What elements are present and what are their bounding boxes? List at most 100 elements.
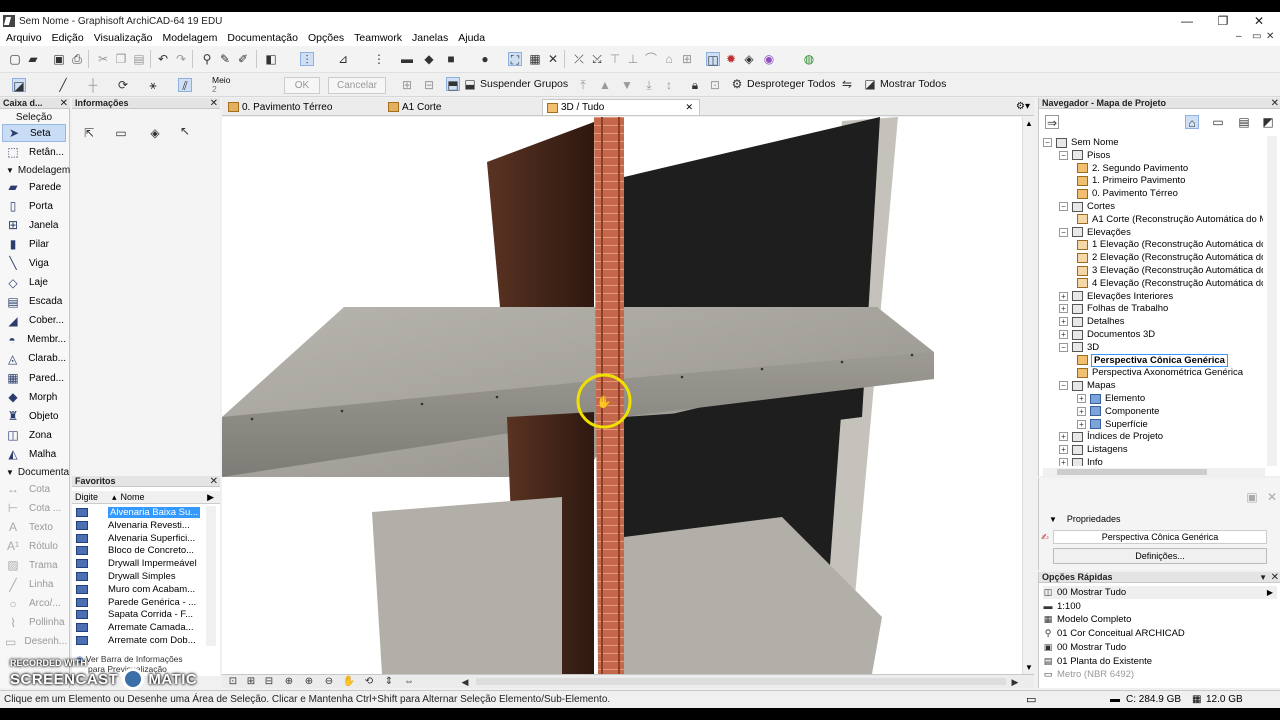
undo-icon[interactable]: ↶ [156,52,170,66]
properties-section[interactable]: ▼ Propriedades [1049,514,1120,524]
tool-zone[interactable]: ◫ Zona [2,426,66,444]
save-icon[interactable]: ▣ [52,52,66,66]
navigator-mode-icon[interactable]: ⇒ [1045,115,1059,130]
send-back-icon[interactable]: ⤓ [642,78,656,92]
favorite-item[interactable]: Drywall Simples [76,570,204,583]
publisher-icon[interactable]: ◩ [1261,115,1275,129]
menu-teamwork[interactable]: Teamwork [354,32,402,44]
floor-plan-icon[interactable]: ◪ [12,78,26,93]
tree-item[interactable]: − Mapas [1059,379,1116,392]
magic-wand-icon[interactable]: ⚹ [146,78,160,92]
meio-value[interactable]: 2 [212,85,217,94]
group-modeling[interactable]: ▼ Modelagem [0,163,70,177]
find-select-icon[interactable]: ⚲ [200,52,214,66]
tree-item[interactable]: − Cortes [1059,200,1115,213]
menu-ajuda[interactable]: Ajuda [458,32,485,44]
tab-3d-tudo[interactable]: 3D / Tudo ✕ [542,99,700,115]
render-icon[interactable]: ✹ [724,52,738,66]
hand-icon[interactable]: ✋ [342,675,356,689]
tree-item[interactable]: + Info [1059,456,1103,466]
tool-door[interactable]: ▯ Porta [2,197,66,215]
favorites-scrollbar[interactable] [206,506,216,646]
tool-polyline[interactable]: ⌇ Pollinha [2,614,66,632]
bring-front-icon[interactable]: ⤒ [576,78,590,92]
favorite-item[interactable]: Arremate com Dob... [76,634,204,647]
tree-expander-icon[interactable]: + [1059,330,1068,339]
quick-option-row[interactable]: ◫ 00 Mostrar Tudo ▶ [1043,586,1277,599]
offset-icon[interactable]: ⌂ [662,52,676,66]
tree-item[interactable]: 1 Elevação (Reconstrução Automática do [1077,238,1263,251]
tree-expander-icon[interactable]: − [1059,202,1068,211]
menu-janelas[interactable]: Janelas [412,32,448,44]
align-icon[interactable]: ⊞ [400,78,414,92]
print-icon[interactable]: ⎙ [70,52,84,66]
quick-option-row[interactable]: ⚲ 01 Cor Conceitual ARCHICAD [1043,627,1277,640]
quick-option-row[interactable]: ▦ Modelo Completo [1043,613,1277,626]
intersect-icon[interactable]: ⊥ [626,52,640,66]
favorite-item[interactable]: Alvenaria Baixa Su... [76,506,204,519]
favorite-item[interactable]: Sapata Corrida - F... [76,608,204,621]
mdi-restore-icon[interactable]: ▭ [1252,31,1261,42]
unprotect-all-button[interactable]: ⚙ Desproteger Todos [730,77,836,91]
scroll-down-icon[interactable]: ▼ [1025,663,1033,672]
pan-icon[interactable]: ⊕ [282,675,296,689]
rotate-icon[interactable]: ⟳ [116,78,130,92]
tree-item[interactable]: + Elevações Interiores [1059,290,1173,303]
tool-text[interactable]: A Texto [2,518,66,536]
navigator-hscrollbar[interactable] [1043,468,1265,476]
layer-icon[interactable]: ◧ [264,52,278,66]
backward-icon[interactable]: ▼ [620,78,634,92]
distribute-icon[interactable]: ⊟ [422,78,436,92]
3d-view-icon[interactable]: ◈ [742,52,756,66]
viewport-vertical-scrollbar[interactable]: ▲ ▼ [1022,117,1034,674]
favorite-item[interactable]: Drywall Impermeável [76,557,204,570]
favorite-item[interactable]: Alvenaria Revesti... [76,519,204,532]
tree-expander-icon[interactable]: − [1043,138,1052,147]
tree-item[interactable]: A1 Corte (Reconstrução Automática do M [1077,213,1263,226]
selection-method-icon[interactable]: ⇱ [82,126,96,140]
tree-item[interactable]: Perspectiva Axonométrica Genérica [1077,366,1243,379]
close-view-icon[interactable]: ✕ [546,52,560,66]
split-icon[interactable]: ⤩ [590,52,604,66]
fill-icon[interactable]: ■ [444,52,458,66]
navigator-close-icon[interactable]: ✕ [1271,98,1279,109]
tool-wall[interactable]: ▰ Parede [2,178,66,196]
explode-icon[interactable]: ⊞ [680,52,694,66]
pin-icon[interactable]: ● [478,52,492,66]
tree-expander-icon[interactable]: + [1059,458,1068,466]
tree-expander-icon[interactable]: + [1059,304,1068,314]
quick-option-row[interactable]: ▭ Metro (NBR 6492) [1043,668,1277,681]
menu-visualizacao[interactable]: Visualização [94,32,153,44]
new-file-icon[interactable]: ▢ [8,52,22,66]
tree-item[interactable]: Perspectiva Cônica Genérica [1077,353,1228,367]
menu-opcoes[interactable]: Opções [308,32,344,44]
tree-item[interactable]: 2 Elevação (Reconstrução Automática do [1077,251,1263,264]
rotated-rect-icon[interactable]: ◈ [148,126,162,140]
horizontal-scrollbar[interactable] [476,678,1006,685]
tree-item[interactable]: − Elevações [1059,226,1131,239]
snap-icon[interactable]: ⫶ [300,52,314,67]
view-name-field[interactable]: Perspectiva Cônica Genérica [1053,530,1267,544]
tool-morph[interactable]: ◆ Morph [2,388,66,406]
menu-edicao[interactable]: Edição [52,32,84,44]
column-name[interactable]: Nome [117,492,145,502]
tool-drawing[interactable]: ▭ Desenh... [2,633,67,651]
tree-item[interactable]: 0. Pavimento Térreo [1077,187,1178,200]
expand-right-icon[interactable]: ▶ [207,492,214,503]
tool-mesh[interactable]: ◭ Malha [2,445,66,463]
tool-object[interactable]: ♜ Objeto [2,407,66,425]
line-tool-icon[interactable]: ╱ [56,78,70,92]
tree-item[interactable]: + Listagens [1059,443,1128,456]
menu-modelagem[interactable]: Modelagem [162,32,217,44]
guide-icon[interactable]: ┼ [86,78,100,92]
walk-icon[interactable]: ◉ [762,52,776,66]
tree-item[interactable]: − 3D [1059,341,1099,354]
tool-beam[interactable]: ╲ Viga [2,254,66,272]
favorite-item[interactable]: Alvenaria Superfici... [76,532,204,545]
forward-icon[interactable]: ▲ [598,78,612,92]
show-all-button[interactable]: ⇋ ◪ Mostrar Todos [840,77,946,91]
table-icon[interactable]: ▦ [528,52,542,66]
quick-option-row[interactable]: ▣ 00 Mostrar Tudo [1043,641,1277,654]
tab-a1-corte[interactable]: A1 Corte [384,99,542,115]
settings-button[interactable]: Definições... [1053,548,1267,564]
